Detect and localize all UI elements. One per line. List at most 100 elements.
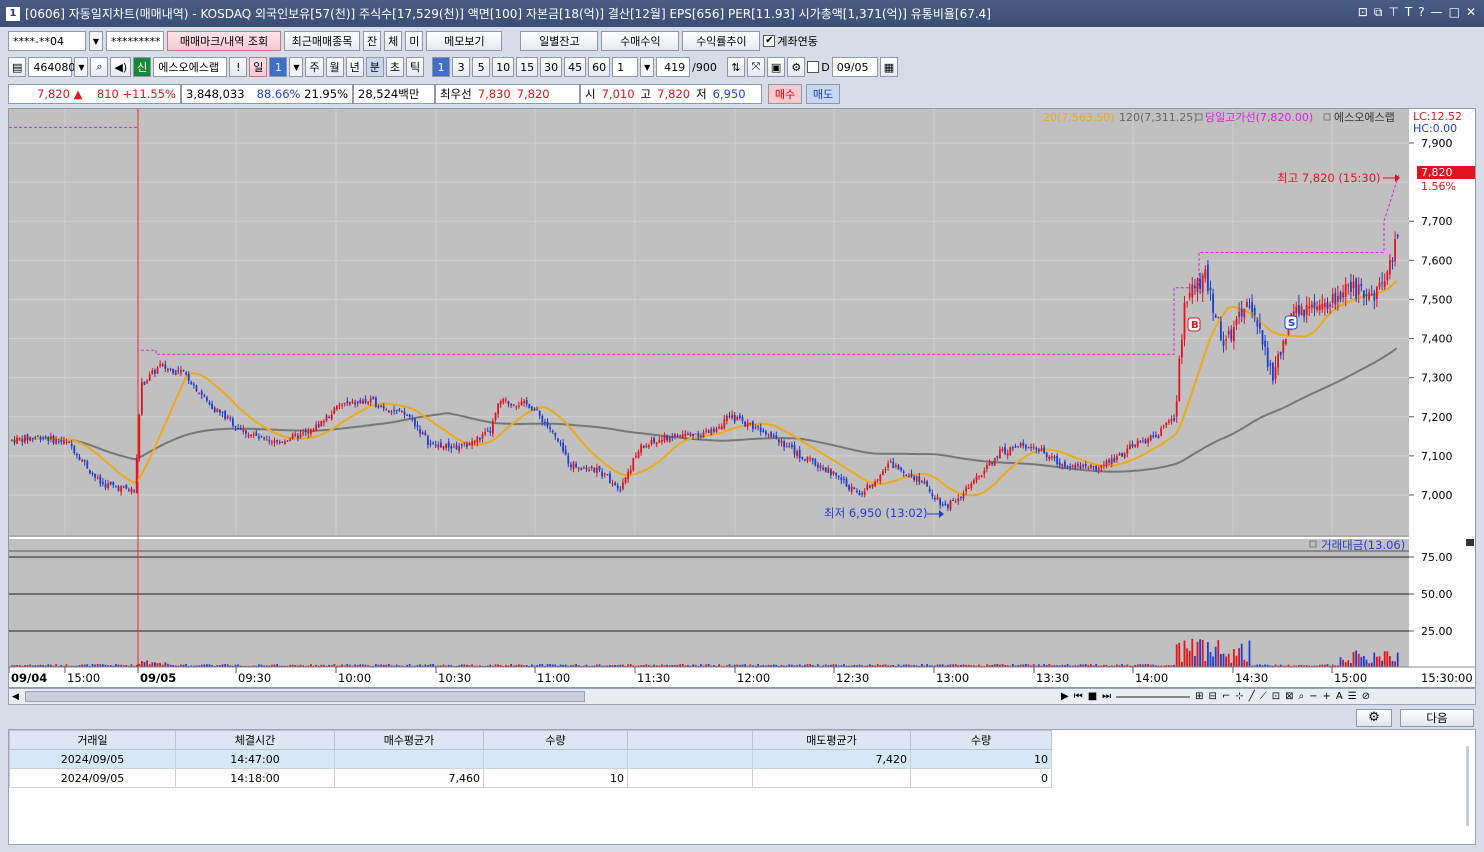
maximize-icon[interactable]: □ bbox=[1449, 5, 1460, 20]
stop-icon[interactable]: ■ bbox=[1088, 691, 1097, 702]
period-day-count[interactable]: 1 bbox=[269, 57, 288, 77]
memo-button[interactable]: 메모보기 bbox=[426, 31, 503, 51]
rewind-icon[interactable]: ⏮ bbox=[1074, 691, 1083, 702]
volume-bar bbox=[1196, 641, 1199, 667]
table-row[interactable]: 2024/09/05 14:47:00 7,420 10 bbox=[9, 749, 1052, 769]
tool-icon[interactable]: ⊘ bbox=[1362, 691, 1370, 702]
zoom-slider[interactable] bbox=[1116, 695, 1191, 698]
return-rate-button[interactable]: 수익률추이 bbox=[682, 31, 761, 51]
pin-icon[interactable]: ⊤ bbox=[1388, 5, 1398, 20]
copy-icon[interactable]: ⧉ bbox=[1374, 5, 1383, 20]
checkbox-icon[interactable]: ✔ bbox=[763, 35, 776, 47]
time-tick-label: 15:00 bbox=[1334, 671, 1367, 685]
settings-gear-button[interactable]: ⚙ bbox=[1356, 709, 1392, 727]
gear-icon[interactable]: ⚙ bbox=[787, 57, 806, 77]
daily-balance-button[interactable]: 일별잔고 bbox=[520, 31, 599, 51]
chevron-down-icon[interactable]: ▼ bbox=[640, 57, 655, 77]
link-icon[interactable]: ⊡ bbox=[1358, 5, 1368, 20]
recent-trades-button[interactable]: 최근매매종목 bbox=[284, 31, 360, 51]
minus-icon[interactable]: − bbox=[1309, 691, 1317, 702]
chart-scrollbar[interactable]: ◀ ▶ ⏮ ■ ⏭ ⊞ ⊟ ⌐ ⊹ ╱ ⟋ ⊡ ⊠ ⌕ − + A ☰ ⊘ bbox=[8, 688, 1476, 705]
period-second[interactable]: 초 bbox=[385, 57, 405, 77]
chart-panel[interactable]: 20(7,563.50) 120(7,311.25) 당일고가선(7,820.0… bbox=[8, 108, 1476, 688]
zoom-icon[interactable]: ⌕ bbox=[1299, 691, 1305, 702]
minute-5[interactable]: 5 bbox=[472, 57, 491, 77]
candle-body bbox=[1004, 447, 1006, 454]
calendar-icon[interactable]: ▦ bbox=[879, 57, 899, 77]
forward-icon[interactable]: ⏭ bbox=[1102, 691, 1111, 702]
account-select[interactable]: ****-**04 bbox=[8, 31, 86, 51]
period-week[interactable]: 주 bbox=[305, 57, 324, 77]
balance-button[interactable]: 잔 bbox=[363, 31, 382, 51]
trade-list-panel: 거래일 체결시간 매수평균가 수량 매도평균가 수량 2024/09/05 14… bbox=[8, 729, 1476, 845]
account-link-toggle[interactable]: ✔ 계좌연동 bbox=[763, 33, 818, 49]
indicator-icon[interactable]: ⇅ bbox=[726, 57, 745, 77]
period-tick[interactable]: 틱 bbox=[406, 57, 425, 77]
candle-body bbox=[281, 442, 284, 444]
plus-icon[interactable]: + bbox=[1323, 691, 1331, 702]
tool-icon[interactable]: ☰ bbox=[1348, 691, 1357, 702]
candle-body bbox=[1342, 292, 1344, 298]
vertical-scrollbar[interactable] bbox=[1466, 746, 1469, 826]
tool-icon[interactable]: ⊠ bbox=[1285, 691, 1293, 702]
sell-button[interactable]: 매도 bbox=[806, 84, 840, 104]
count-field[interactable]: 1 bbox=[612, 57, 639, 77]
compare-icon[interactable]: ⤧ bbox=[746, 57, 765, 77]
trendline-icon[interactable]: ╱ bbox=[1249, 691, 1255, 702]
table-row[interactable]: 2024/09/05 14:18:00 7,460 10 0 bbox=[9, 768, 1052, 788]
info-button[interactable]: ! bbox=[229, 57, 248, 77]
minute-15[interactable]: 15 bbox=[516, 57, 539, 77]
minimize-icon[interactable]: — bbox=[1431, 5, 1443, 20]
tool-icon[interactable]: ⊡ bbox=[1272, 691, 1280, 702]
sound-icon[interactable]: ◀) bbox=[110, 57, 132, 77]
tool-icon[interactable]: ⌐ bbox=[1222, 691, 1230, 702]
period-minute[interactable]: 분 bbox=[365, 57, 384, 77]
scroll-left-icon[interactable]: ◀ bbox=[12, 692, 19, 702]
crosshair-icon[interactable]: ⊹ bbox=[1235, 691, 1243, 702]
unexecuted-button[interactable]: 미 bbox=[405, 31, 424, 51]
text-tool-icon[interactable]: A bbox=[1336, 691, 1343, 702]
search-icon[interactable]: ⌕ bbox=[90, 57, 109, 77]
save-icon[interactable]: ▣ bbox=[766, 57, 786, 77]
minute-30[interactable]: 30 bbox=[540, 57, 563, 77]
close-icon[interactable]: ✕ bbox=[1466, 5, 1476, 20]
help-icon[interactable]: ? bbox=[1418, 5, 1424, 20]
price-chart[interactable]: 20(7,563.50) 120(7,311.25) 당일고가선(7,820.0… bbox=[8, 109, 1475, 687]
stock-code-input[interactable]: 464080 bbox=[28, 57, 75, 77]
chevron-down-icon[interactable]: ▼ bbox=[74, 57, 89, 77]
date-checkbox[interactable] bbox=[807, 61, 820, 73]
next-button[interactable]: 다음 bbox=[1400, 709, 1474, 727]
tool-icon[interactable]: ⊟ bbox=[1209, 691, 1217, 702]
range-field[interactable]: 419 bbox=[656, 57, 691, 77]
date-field[interactable]: 09/05 bbox=[831, 57, 878, 77]
chevron-down-icon[interactable]: ▼ bbox=[289, 57, 304, 77]
period-day[interactable]: 일 bbox=[249, 57, 268, 77]
layout-icon[interactable]: ▤ bbox=[8, 57, 27, 77]
buy-button[interactable]: 매수 bbox=[768, 84, 802, 104]
candle-body bbox=[195, 385, 198, 392]
minute-1[interactable]: 1 bbox=[432, 57, 451, 77]
tool-icon[interactable]: ⊞ bbox=[1195, 691, 1203, 702]
period-month[interactable]: 월 bbox=[325, 57, 344, 77]
password-field[interactable]: ********* bbox=[106, 31, 164, 51]
minute-3[interactable]: 3 bbox=[452, 57, 471, 77]
minute-60[interactable]: 60 bbox=[588, 57, 611, 77]
candle-body bbox=[752, 421, 754, 429]
minute-10[interactable]: 10 bbox=[492, 57, 515, 77]
font-icon[interactable]: T bbox=[1405, 5, 1412, 20]
trade-mark-button[interactable]: 매매마크/내역 조회 bbox=[167, 31, 281, 51]
candle-body bbox=[245, 430, 247, 434]
scroll-thumb[interactable] bbox=[25, 691, 585, 702]
chevron-down-icon[interactable]: ▼ bbox=[89, 31, 103, 51]
candle-body bbox=[1061, 463, 1064, 466]
cell-blank bbox=[627, 749, 753, 769]
candle-body bbox=[468, 443, 471, 446]
minute-45[interactable]: 45 bbox=[564, 57, 587, 77]
scroll-right-icon[interactable]: ▶ bbox=[1061, 691, 1069, 702]
candle-body bbox=[473, 440, 476, 443]
candle-body bbox=[1118, 453, 1121, 456]
executed-button[interactable]: 체 bbox=[384, 31, 403, 51]
tool-icon[interactable]: ⟋ bbox=[1260, 691, 1267, 702]
period-year[interactable]: 년 bbox=[345, 57, 364, 77]
profit-button[interactable]: 수매수익 bbox=[601, 31, 680, 51]
